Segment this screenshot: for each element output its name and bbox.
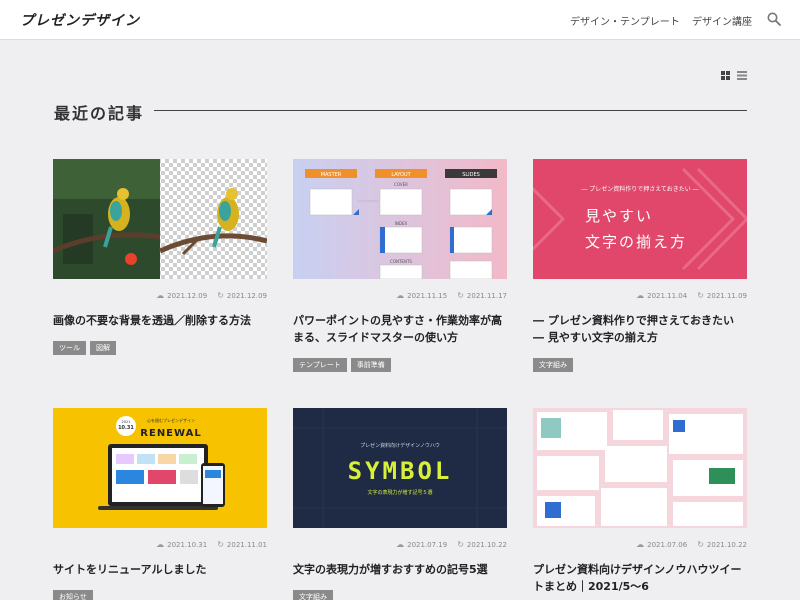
bird-transparency-image bbox=[53, 159, 267, 279]
site-renewal-image: 2021 10.31 心を掴むプレゼンデザイン RENEWAL bbox=[53, 408, 267, 528]
article-dates: ☁ 2021.12.09 ↻ 2021.12.09 bbox=[53, 291, 267, 300]
design-tips-collage bbox=[533, 408, 747, 528]
tag[interactable]: お知らせ bbox=[53, 590, 93, 600]
article-dates: ☁ 2021.10.31 ↻ 2021.11.01 bbox=[53, 540, 267, 549]
tag[interactable]: テンプレート bbox=[293, 358, 347, 372]
article-tags: お知らせ bbox=[53, 584, 267, 600]
cloud-upload-icon: ☁ bbox=[636, 540, 645, 549]
article-tags: テンプレート 事前準備 bbox=[293, 352, 507, 372]
tag[interactable]: 事前準備 bbox=[350, 358, 391, 372]
published-date: 2021.10.31 bbox=[167, 541, 208, 549]
tag[interactable]: 図解 bbox=[90, 341, 116, 355]
article-thumbnail[interactable]: MASTER LAYOUT SLIDES COVER INDEX CONTENT… bbox=[293, 159, 507, 279]
article-thumbnail[interactable]: プレゼン資料向けデザインノウハウ SYMBOL 文字の表現力が増す記号５選 bbox=[293, 408, 507, 528]
svg-text:COVER: COVER bbox=[394, 182, 408, 187]
svg-text:MASTER: MASTER bbox=[321, 172, 342, 178]
tag[interactable]: 文字組み bbox=[533, 358, 573, 372]
published-date: 2021.11.04 bbox=[647, 292, 688, 300]
article-title[interactable]: ― プレゼン資料作りで押さえておきたい ― 見やすい文字の揃え方 bbox=[533, 312, 747, 346]
refresh-icon: ↻ bbox=[697, 291, 704, 300]
published-date: 2021.07.19 bbox=[407, 541, 448, 549]
svg-text:INDEX: INDEX bbox=[395, 221, 408, 226]
svg-text:2021: 2021 bbox=[122, 420, 131, 424]
cloud-upload-icon: ☁ bbox=[636, 291, 645, 300]
updated-date: 2021.11.09 bbox=[706, 292, 747, 300]
refresh-icon: ↻ bbox=[457, 291, 464, 300]
article-title[interactable]: パワーポイントの見やすさ・作業効率が高まる、スライドマスターの使い方 bbox=[293, 312, 507, 346]
nav-design-course[interactable]: デザイン講座 bbox=[692, 13, 752, 28]
article-title[interactable]: サイトをリニューアルしました bbox=[53, 561, 267, 578]
cloud-upload-icon: ☁ bbox=[156, 291, 165, 300]
article-title[interactable]: プレゼン資料向けデザインノウハウツイートまとめ｜2021/5〜6 bbox=[533, 561, 747, 595]
text-alignment-banner: ― プレゼン資料作りで押さえておきたい ― 見やすい 文字の揃え方 bbox=[533, 159, 747, 279]
svg-text:LAYOUT: LAYOUT bbox=[391, 172, 411, 178]
article-dates: ☁ 2021.11.15 ↻ 2021.11.17 bbox=[293, 291, 507, 300]
article-thumbnail[interactable]: 2021 10.31 心を掴むプレゼンデザイン RENEWAL bbox=[53, 408, 267, 528]
svg-text:心を掴むプレゼンデザイン: 心を掴むプレゼンデザイン bbox=[147, 417, 195, 423]
published-date: 2021.12.09 bbox=[167, 292, 208, 300]
published-date: 2021.07.06 bbox=[647, 541, 688, 549]
grid-view-icon[interactable] bbox=[721, 71, 730, 80]
article-title[interactable]: 画像の不要な背景を透過／削除する方法 bbox=[53, 312, 267, 329]
updated-date: 2021.12.09 bbox=[226, 292, 267, 300]
article-thumbnail[interactable] bbox=[53, 159, 267, 279]
nav-design-template[interactable]: デザイン・テンプレート bbox=[570, 13, 680, 28]
article-thumbnail[interactable]: ― プレゼン資料作りで押さえておきたい ― 見やすい 文字の揃え方 bbox=[533, 159, 747, 279]
article-dates: ☁ 2021.07.19 ↻ 2021.10.22 bbox=[293, 540, 507, 549]
svg-text:SLIDES: SLIDES bbox=[462, 172, 480, 178]
symbol-banner: プレゼン資料向けデザインノウハウ SYMBOL 文字の表現力が増す記号５選 bbox=[293, 408, 507, 528]
refresh-icon: ↻ bbox=[697, 540, 704, 549]
published-date: 2021.11.15 bbox=[407, 292, 448, 300]
svg-text:文字の表現力が増す記号５選: 文字の表現力が増す記号５選 bbox=[367, 489, 432, 496]
tag[interactable]: 文字組み bbox=[293, 590, 333, 600]
updated-date: 2021.10.22 bbox=[706, 541, 747, 549]
refresh-icon: ↻ bbox=[217, 291, 224, 300]
svg-text:RENEWAL: RENEWAL bbox=[140, 428, 201, 439]
updated-date: 2021.11.01 bbox=[226, 541, 267, 549]
site-logo[interactable]: プレゼンデザイン bbox=[20, 10, 140, 30]
article-dates: ☁ 2021.07.06 ↻ 2021.10.22 bbox=[533, 540, 747, 549]
updated-date: 2021.10.22 bbox=[466, 541, 507, 549]
slide-master-diagram: MASTER LAYOUT SLIDES COVER INDEX CONTENT… bbox=[293, 159, 507, 279]
svg-text:― プレゼン資料作りで押さえておきたい ―: ― プレゼン資料作りで押さえておきたい ― bbox=[581, 185, 698, 193]
cloud-upload-icon: ☁ bbox=[396, 540, 405, 549]
section-title: 最近の記事 bbox=[54, 104, 145, 123]
svg-text:文字の揃え方: 文字の揃え方 bbox=[585, 233, 687, 251]
svg-text:プレゼン資料向けデザインノウハウ: プレゼン資料向けデザインノウハウ bbox=[360, 442, 440, 449]
article-tags: 文字組み bbox=[293, 584, 507, 600]
cloud-upload-icon: ☁ bbox=[156, 540, 165, 549]
tag[interactable]: ツール bbox=[53, 341, 86, 355]
refresh-icon: ↻ bbox=[457, 540, 464, 549]
search-icon[interactable] bbox=[767, 12, 781, 26]
article-tags: 文字組み bbox=[533, 352, 747, 372]
svg-text:SYMBOL: SYMBOL bbox=[348, 457, 453, 485]
refresh-icon: ↻ bbox=[217, 540, 224, 549]
article-dates: ☁ 2021.11.04 ↻ 2021.11.09 bbox=[533, 291, 747, 300]
section-divider bbox=[154, 110, 747, 111]
site-header: プレゼンデザイン デザイン・テンプレート デザイン講座 bbox=[0, 0, 800, 40]
article-title[interactable]: 文字の表現力が増すおすすめの記号5選 bbox=[293, 561, 507, 578]
cloud-upload-icon: ☁ bbox=[396, 291, 405, 300]
article-thumbnail[interactable] bbox=[533, 408, 747, 528]
svg-text:CONTENTS: CONTENTS bbox=[390, 259, 412, 264]
list-view-icon[interactable] bbox=[737, 71, 747, 80]
updated-date: 2021.11.17 bbox=[466, 292, 507, 300]
svg-text:見やすい: 見やすい bbox=[585, 207, 653, 225]
article-tags: ツール 図解 bbox=[53, 335, 267, 355]
svg-text:10.31: 10.31 bbox=[118, 425, 134, 431]
